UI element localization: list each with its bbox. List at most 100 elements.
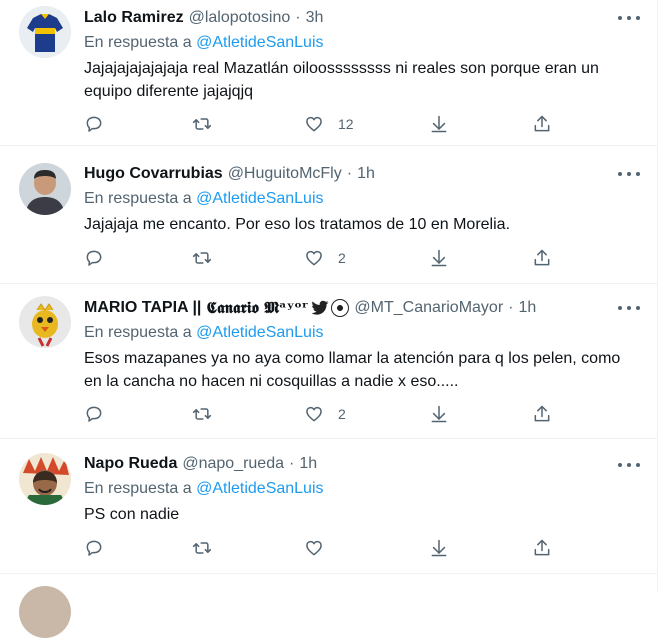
tweet[interactable]: MARIO TAPIA || 𝕮𝖆𝖓𝖆𝖗𝖎𝖔 𝕸ᵃʸᵒʳ @MT_Canario… bbox=[0, 284, 657, 439]
person-avatar-icon bbox=[19, 163, 71, 215]
avatar[interactable] bbox=[19, 6, 71, 58]
retweet-button[interactable] bbox=[192, 247, 212, 269]
share-button[interactable] bbox=[532, 113, 552, 135]
share-button[interactable] bbox=[532, 247, 552, 269]
tweet[interactable]: Lalo Ramirez @lalopotosino · 3h En respu… bbox=[0, 0, 657, 146]
retweet-icon bbox=[192, 252, 212, 264]
arrow-down-icon bbox=[431, 115, 447, 133]
arrow-down-icon bbox=[431, 405, 447, 423]
like-button[interactable] bbox=[304, 537, 338, 559]
heart-icon bbox=[306, 406, 322, 422]
author-name[interactable]: MARIO TAPIA || bbox=[84, 299, 201, 317]
author-handle[interactable]: @MT_CanarioMayor bbox=[354, 299, 503, 317]
author-handle[interactable]: @napo_rueda bbox=[182, 455, 284, 473]
separator-dot: · bbox=[508, 299, 514, 316]
tweet[interactable]: Hugo Covarrubias @HuguitoMcFly · 1h En r… bbox=[0, 146, 657, 284]
reply-button[interactable] bbox=[84, 247, 104, 269]
more-options-icon[interactable] bbox=[618, 461, 640, 469]
retweet-icon bbox=[192, 408, 212, 420]
timestamp[interactable]: 1h bbox=[357, 165, 375, 183]
avatar[interactable] bbox=[19, 586, 71, 638]
share-icon bbox=[534, 405, 550, 422]
share-icon bbox=[534, 539, 550, 556]
share-button[interactable] bbox=[532, 403, 552, 425]
timestamp[interactable]: 1h bbox=[299, 455, 317, 473]
retweet-icon bbox=[192, 118, 212, 130]
download-button[interactable] bbox=[429, 113, 449, 135]
more-options-icon[interactable] bbox=[618, 170, 640, 178]
share-button[interactable] bbox=[532, 537, 552, 559]
reply-context: En respuesta a @AtletideSanLuis bbox=[84, 190, 324, 208]
tweet-actions: 2 bbox=[84, 403, 564, 425]
heart-icon bbox=[306, 116, 322, 132]
like-count: 2 bbox=[338, 250, 346, 266]
arrow-down-icon bbox=[431, 539, 447, 557]
reply-button[interactable] bbox=[84, 113, 104, 135]
art-avatar-icon bbox=[19, 453, 71, 505]
tweet-actions: 2 bbox=[84, 247, 564, 269]
reply-button[interactable] bbox=[84, 537, 104, 559]
avatar[interactable] bbox=[19, 296, 71, 348]
author-name[interactable]: Hugo Covarrubias bbox=[84, 165, 223, 183]
like-button[interactable]: 2 bbox=[304, 247, 346, 269]
reply-context: En respuesta a @AtletideSanLuis bbox=[84, 480, 324, 498]
tweet-text: Esos mazapanes ya no aya como llamar la … bbox=[84, 350, 621, 390]
arrow-down-icon bbox=[431, 249, 447, 267]
reply-mention-link[interactable]: @AtletideSanLuis bbox=[196, 34, 323, 51]
share-icon bbox=[534, 115, 550, 132]
reply-prefix: En respuesta a bbox=[84, 480, 192, 497]
soccer-ball-icon bbox=[331, 299, 350, 317]
heart-icon bbox=[306, 250, 322, 266]
tweet-actions: 12 bbox=[84, 113, 564, 135]
retweet-button[interactable] bbox=[192, 113, 212, 135]
retweet-button[interactable] bbox=[192, 403, 212, 425]
reply-mention-link[interactable]: @AtletideSanLuis bbox=[196, 480, 323, 497]
jersey-avatar-icon bbox=[19, 6, 71, 58]
reply-button[interactable] bbox=[84, 403, 104, 425]
reply-context: En respuesta a @AtletideSanLuis bbox=[84, 324, 324, 342]
reply-feed: Lalo Ramirez @lalopotosino · 3h En respu… bbox=[0, 0, 658, 638]
more-options-icon[interactable] bbox=[618, 14, 640, 22]
tweet-text: Jajajajajajajaja real Mazatlán oiloossss… bbox=[84, 60, 599, 100]
tweet-text: Jajajaja me encanto. Por eso los tratamo… bbox=[84, 216, 511, 233]
avatar[interactable] bbox=[19, 163, 71, 215]
tweet[interactable]: Napo Rueda @napo_rueda · 1h En respuesta… bbox=[0, 439, 657, 574]
author-handle[interactable]: @lalopotosino bbox=[189, 9, 291, 27]
reply-prefix: En respuesta a bbox=[84, 34, 192, 51]
reply-icon bbox=[86, 250, 102, 266]
share-icon bbox=[534, 249, 550, 266]
retweet-icon bbox=[192, 542, 212, 554]
reply-context: En respuesta a @AtletideSanLuis bbox=[84, 34, 324, 52]
download-button[interactable] bbox=[429, 247, 449, 269]
like-count: 2 bbox=[338, 406, 346, 422]
reply-mention-link[interactable]: @AtletideSanLuis bbox=[196, 324, 323, 341]
retweet-button[interactable] bbox=[192, 537, 212, 559]
timestamp[interactable]: 1h bbox=[518, 299, 536, 317]
like-count: 12 bbox=[338, 116, 354, 132]
author-handle[interactable]: @HuguitoMcFly bbox=[228, 165, 342, 183]
separator-dot: · bbox=[289, 455, 295, 472]
author-name[interactable]: Lalo Ramirez bbox=[84, 9, 184, 27]
separator-dot: · bbox=[295, 9, 301, 26]
reply-icon bbox=[86, 116, 102, 132]
author-name[interactable]: Napo Rueda bbox=[84, 455, 177, 473]
reply-prefix: En respuesta a bbox=[84, 324, 192, 341]
avatar[interactable] bbox=[19, 453, 71, 505]
download-button[interactable] bbox=[429, 403, 449, 425]
heart-icon bbox=[306, 540, 322, 556]
reply-mention-link[interactable]: @AtletideSanLuis bbox=[196, 190, 323, 207]
like-button[interactable]: 2 bbox=[304, 403, 346, 425]
reply-icon bbox=[86, 406, 102, 422]
tweet-actions bbox=[84, 537, 564, 559]
separator-dot: · bbox=[346, 165, 353, 182]
bird-icon bbox=[311, 300, 329, 315]
like-button[interactable]: 12 bbox=[304, 113, 354, 135]
more-options-icon[interactable] bbox=[618, 304, 640, 312]
timestamp[interactable]: 3h bbox=[306, 9, 324, 27]
canary-avatar-icon bbox=[19, 296, 71, 348]
author-name-suffix: 𝕮𝖆𝖓𝖆𝖗𝖎𝖔 𝕸ᵃʸᵒʳ bbox=[206, 298, 309, 317]
download-button[interactable] bbox=[429, 537, 449, 559]
tweet-text: PS con nadie bbox=[84, 506, 180, 523]
reply-icon bbox=[86, 540, 102, 556]
reply-prefix: En respuesta a bbox=[84, 190, 192, 207]
